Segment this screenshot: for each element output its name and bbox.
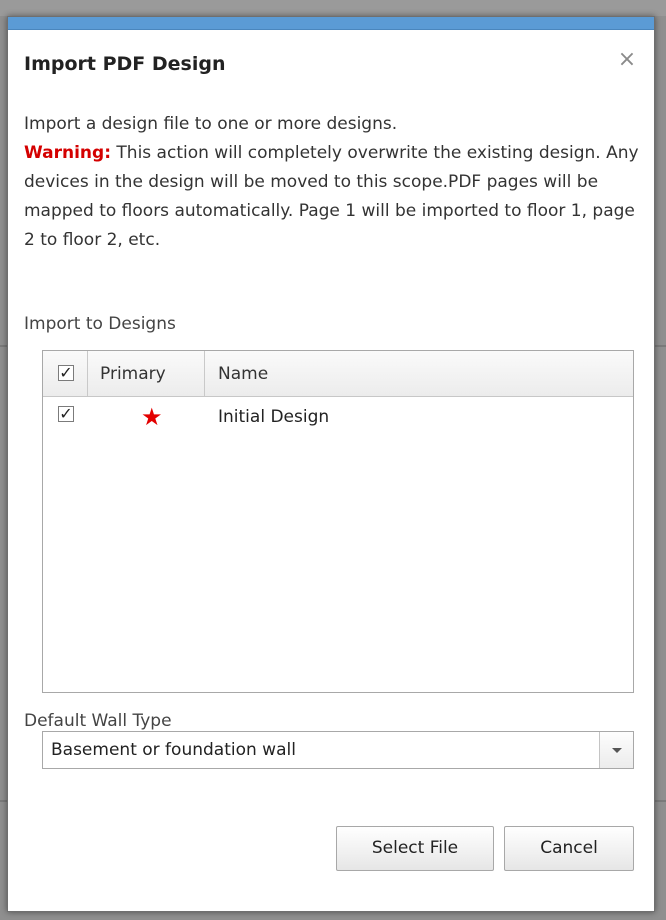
import-pdf-design-dialog: Import PDF Design × Import a design file… [7,16,655,912]
description-intro: Import a design file to one or more desi… [24,114,398,134]
warning-label: Warning: [24,143,112,163]
grid-header: ✓ Primary Name [43,351,633,397]
background-divider [0,800,7,802]
checkmark-icon: ✓ [59,363,73,382]
star-icon[interactable]: ★ [141,405,163,429]
background-divider [0,345,7,347]
designs-grid: ✓ Primary Name ✓ ★ Initial Design [42,350,634,693]
dialog-description: Import a design file to one or more desi… [24,110,644,255]
cancel-button[interactable]: Cancel [504,826,634,871]
chevron-down-icon[interactable] [599,732,633,768]
row-checkbox[interactable]: ✓ [58,406,74,422]
column-divider [204,351,205,396]
import-to-designs-label: Import to Designs [24,314,176,334]
design-name: Initial Design [218,407,330,427]
wall-type-value: Basement or foundation wall [51,740,296,760]
dialog-title: Import PDF Design [24,53,226,75]
background-divider [655,345,666,347]
background-header [0,0,666,16]
wall-type-select[interactable]: Basement or foundation wall [42,731,634,769]
primary-column-header[interactable]: Primary [100,364,166,384]
column-divider [87,351,88,396]
select-all-checkbox[interactable]: ✓ [58,365,74,381]
checkmark-icon: ✓ [59,404,73,423]
background-divider [655,800,666,802]
close-icon[interactable]: × [616,49,638,71]
select-file-button[interactable]: Select File [336,826,494,871]
table-row[interactable]: ✓ ★ Initial Design [43,397,633,441]
name-column-header[interactable]: Name [218,364,268,384]
default-wall-type-label: Default Wall Type [24,711,172,731]
dialog-titlebar: Import PDF Design × [8,29,654,101]
warning-text: This action will completely overwrite th… [24,143,639,250]
